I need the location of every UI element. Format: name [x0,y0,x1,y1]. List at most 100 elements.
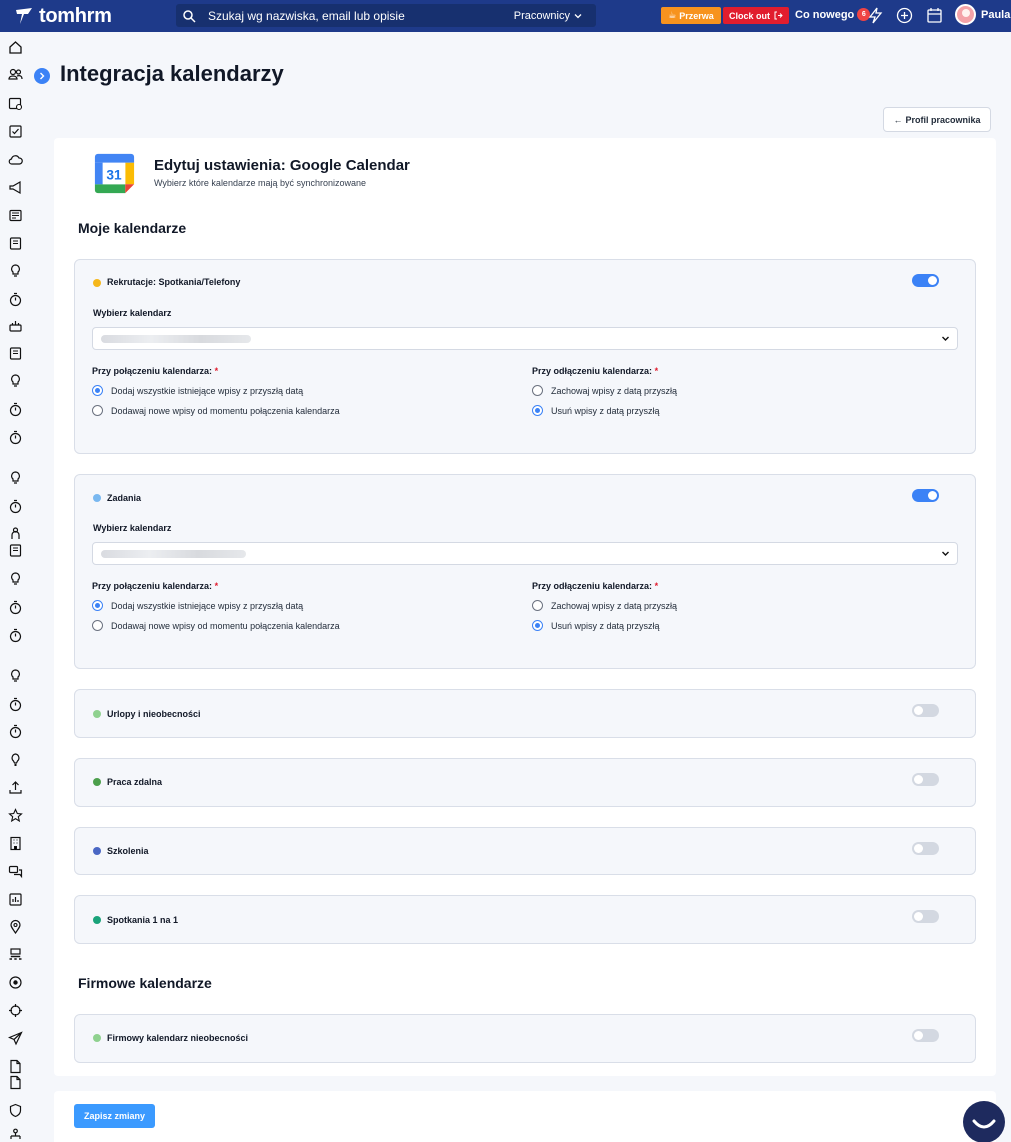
arrow-left-icon: ← [893,114,903,125]
radio-button[interactable] [532,385,543,396]
settings-card: 31 Edytuj ustawienia: Google Calendar Wy… [54,138,996,1076]
toggle-knob [928,491,937,500]
radio-button[interactable] [92,600,103,611]
checkbox-icon[interactable] [8,124,23,139]
chevron-down-icon [574,13,582,18]
target-icon[interactable] [8,975,23,990]
on-connect-text: Przy połączeniu kalendarza: [92,581,213,591]
calendar-sync-toggle[interactable] [912,910,939,923]
disconnect-option-keep[interactable]: Zachowaj wpisy z datą przyszłą [532,600,677,611]
whats-new-button[interactable]: Co nowego 6 [795,8,871,21]
stopwatch-icon[interactable] [8,724,23,739]
newspaper-icon[interactable] [8,208,23,223]
redacted-calendar-value [101,550,246,558]
chat-icon[interactable] [8,864,23,879]
stopwatch-icon[interactable] [8,430,23,445]
sidebar-expand-button[interactable] [34,68,50,84]
search-scope-dropdown[interactable]: Pracownicy [514,10,582,22]
stopwatch-icon[interactable] [8,402,23,417]
disconnect-option-delete[interactable]: Usuń wpisy z datą przyszłą [532,620,660,631]
app-logo[interactable]: tomhrm [14,5,176,28]
book-icon[interactable] [8,543,23,558]
crosshair-icon[interactable] [8,1003,23,1018]
lightbulb-icon[interactable] [8,263,23,278]
stopwatch-icon[interactable] [8,600,23,615]
radio-label: Zachowaj wpisy z datą przyszłą [551,385,678,396]
radio-button[interactable] [92,385,103,396]
avatar [955,4,976,25]
shield-icon[interactable] [8,1103,23,1118]
megaphone-icon[interactable] [8,180,23,195]
calendar-clock-icon[interactable] [8,96,23,111]
toggle-knob [914,706,923,715]
disconnect-option-keep[interactable]: Zachowaj wpisy z datą przyszłą [532,385,677,396]
required-mark: * [654,581,659,591]
book-icon[interactable] [8,346,23,361]
lightning-icon[interactable] [867,7,884,24]
users-icon[interactable] [8,67,23,82]
home-icon[interactable] [8,40,23,55]
company-calendars-heading: Firmowe kalendarze [78,975,212,991]
connect-option-add-new[interactable]: Dodawaj nowe wpisy od momentu połączenia… [92,620,340,631]
person-icon[interactable] [8,526,23,541]
hierarchy-icon[interactable] [8,1128,23,1142]
disconnect-option-delete[interactable]: Usuń wpisy z datą przyszłą [532,405,660,416]
plus-circle-icon[interactable] [896,7,913,24]
user-name: Paula [981,8,1011,21]
required-mark: * [214,366,219,376]
calendar-panel: Rekrutacje: Spotkania/Telefony Wybierz k… [74,259,976,454]
calendar-sync-toggle[interactable] [912,773,939,786]
location-pin-icon[interactable] [8,919,23,934]
cake-icon[interactable] [8,318,23,333]
calendar-sync-toggle[interactable] [912,489,939,502]
calendar-select[interactable] [92,327,958,350]
stopwatch-icon[interactable] [8,499,23,514]
lightbulb-icon[interactable] [8,373,23,388]
star-icon[interactable] [8,808,23,823]
lightbulb-icon[interactable] [8,470,23,485]
stopwatch-icon[interactable] [8,292,23,307]
search-scope-label: Pracownicy [513,9,570,22]
back-to-profile-button[interactable]: ← Profil pracownika [883,107,991,132]
document-icon[interactable] [8,1059,23,1074]
radio-button[interactable] [532,405,543,416]
calendar-panel: Zadania Wybierz kalendarz Przy połączeni… [74,474,976,669]
connect-option-add-new[interactable]: Dodawaj nowe wpisy od momentu połączenia… [92,405,340,416]
stopwatch-icon[interactable] [8,628,23,643]
radio-button[interactable] [532,600,543,611]
calendar-sync-toggle[interactable] [912,842,939,855]
chart-icon[interactable] [8,892,23,907]
calendar-icon[interactable] [926,7,943,24]
calendar-select[interactable] [92,542,958,565]
save-button[interactable]: Zapisz zmiany [74,1104,155,1128]
break-button[interactable]: ☕ Przerwa [661,7,721,24]
org-chart-icon[interactable] [8,947,23,962]
calendar-sync-toggle[interactable] [912,274,939,287]
calendar-name: Praca zdalna [107,777,163,787]
radio-button[interactable] [92,620,103,631]
radio-button[interactable] [92,405,103,416]
radio-label: Dodaj wszystkie istniejące wpisy z przys… [111,600,304,611]
radio-button[interactable] [532,620,543,631]
connect-option-add-all[interactable]: Dodaj wszystkie istniejące wpisy z przys… [92,385,303,396]
upload-icon[interactable] [8,780,23,795]
stopwatch-icon[interactable] [8,697,23,712]
send-icon[interactable] [8,1031,23,1046]
chat-widget-button[interactable] [963,1101,1005,1142]
building-icon[interactable] [8,836,23,851]
book-icon[interactable] [8,236,23,251]
connect-option-add-all[interactable]: Dodaj wszystkie istniejące wpisy z przys… [92,600,303,611]
document-icon[interactable] [8,1075,23,1090]
clock-out-button[interactable]: Clock out [723,7,789,24]
lightbulb-icon[interactable] [8,668,23,683]
lightbulb-icon[interactable] [8,571,23,586]
search-bar[interactable]: Szukaj wg nazwiska, email lub opisie Pra… [176,4,596,27]
search-input[interactable]: Szukaj wg nazwiska, email lub opisie [208,9,514,23]
page-title: Integracja kalendarzy [60,61,284,86]
user-menu[interactable]: Paula [955,4,1010,25]
hot-air-balloon-icon[interactable] [8,752,23,767]
redacted-calendar-value [101,335,251,343]
cloud-icon[interactable] [8,152,23,167]
calendar-sync-toggle[interactable] [912,1029,939,1042]
calendar-sync-toggle[interactable] [912,704,939,717]
